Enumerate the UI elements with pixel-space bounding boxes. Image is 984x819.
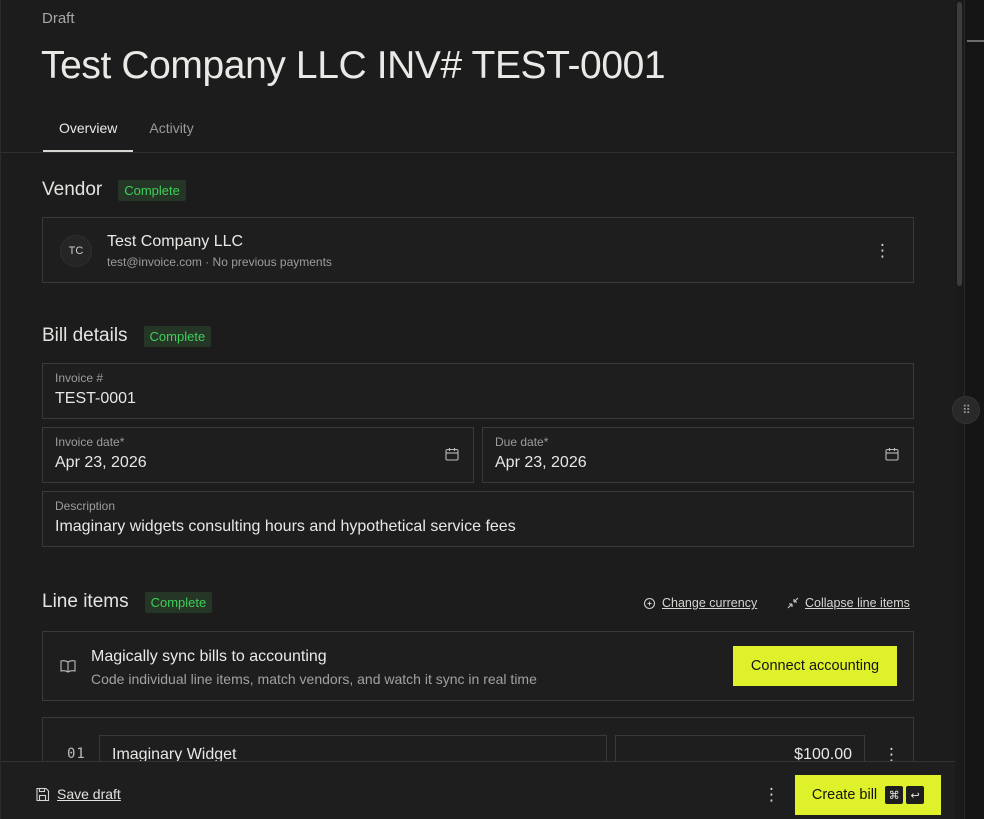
status-label: Draft (42, 10, 75, 27)
line-item-number: 01 (67, 746, 86, 762)
save-draft-label: Save draft (57, 786, 121, 802)
collapse-line-items-label: Collapse line items (805, 596, 910, 610)
invoice-number-value: TEST-0001 (55, 390, 136, 407)
vendor-section-title: Vendor (42, 179, 103, 200)
bill-page: Draft Test Company LLC INV# TEST-0001 Ov… (0, 0, 956, 819)
description-value: Imaginary widgets consulting hours and h… (55, 518, 516, 535)
resize-handle-icon[interactable]: ⠿ (952, 396, 980, 424)
create-bill-label: Create bill (811, 787, 878, 803)
vendor-meta: test@invoice.com · No previous payments (107, 255, 332, 269)
sync-banner-subtitle: Code individual line items, match vendor… (91, 671, 537, 687)
change-currency-link[interactable]: Change currency (643, 596, 757, 610)
calendar-icon[interactable] (445, 447, 459, 461)
create-bill-button[interactable]: Create bill ⌘ ↩ (795, 775, 941, 815)
invoice-date-field[interactable]: Invoice date* Apr 23, 2026 (42, 427, 474, 483)
sync-banner-title: Magically sync bills to accounting (91, 648, 327, 665)
invoice-date-value: Apr 23, 2026 (55, 454, 147, 471)
page-title: Test Company LLC INV# TEST-0001 (41, 44, 666, 87)
due-date-value: Apr 23, 2026 (495, 454, 587, 471)
save-icon (36, 787, 50, 801)
vendor-status-badge: Complete (118, 179, 186, 201)
footer-action-bar: Save draft ⋮ Create bill ⌘ ↩ (1, 761, 956, 819)
line-items-section-title: Line items (42, 591, 129, 612)
invoice-date-label: Invoice date* (55, 435, 125, 449)
invoice-number-label: Invoice # (55, 371, 104, 385)
collapse-line-items-link[interactable]: Collapse line items (787, 596, 910, 610)
enter-key-icon: ↩ (906, 786, 925, 804)
tab-overview[interactable]: Overview (43, 108, 134, 152)
due-date-field[interactable]: Due date* Apr 23, 2026 (482, 427, 914, 483)
line-items-section-header: Line items Complete (42, 591, 213, 613)
vendor-avatar: TC (60, 235, 92, 267)
change-currency-label: Change currency (662, 596, 758, 610)
bill-details-status-badge: Complete (143, 325, 212, 347)
due-date-label: Due date* (495, 435, 549, 449)
description-field[interactable]: Description Imaginary widgets consulting… (42, 491, 914, 547)
scrollbar-thumb[interactable] (957, 2, 962, 286)
tab-bar: Overview Activity (43, 108, 210, 152)
connect-accounting-button[interactable]: Connect accounting (733, 646, 897, 686)
description-label: Description (55, 499, 116, 513)
collapse-arrows-icon (787, 597, 799, 609)
vendor-section-header: Vendor Complete (42, 179, 186, 201)
vendor-more-options-icon[interactable]: ⋮ (874, 242, 891, 259)
tab-activity[interactable]: Activity (133, 108, 209, 152)
calendar-icon[interactable] (885, 447, 899, 461)
bill-details-section-title: Bill details (42, 325, 128, 346)
accounting-sync-banner: Magically sync bills to accounting Code … (42, 631, 914, 701)
vendor-card[interactable]: TC Test Company LLC test@invoice.com · N… (42, 217, 914, 283)
tabs-divider (1, 152, 956, 153)
currency-icon (643, 597, 656, 609)
invoice-number-field[interactable]: Invoice # TEST-0001 (42, 363, 914, 419)
footer-more-options-icon[interactable]: ⋮ (763, 786, 780, 803)
save-draft-button[interactable]: Save draft (35, 786, 121, 802)
command-key-icon: ⌘ (885, 786, 904, 804)
side-panel-indicator (967, 40, 984, 42)
line-items-status-badge: Complete (144, 591, 213, 613)
book-icon (60, 660, 76, 673)
vendor-name: Test Company LLC (107, 233, 244, 250)
bill-details-section-header: Bill details Complete (42, 325, 212, 347)
